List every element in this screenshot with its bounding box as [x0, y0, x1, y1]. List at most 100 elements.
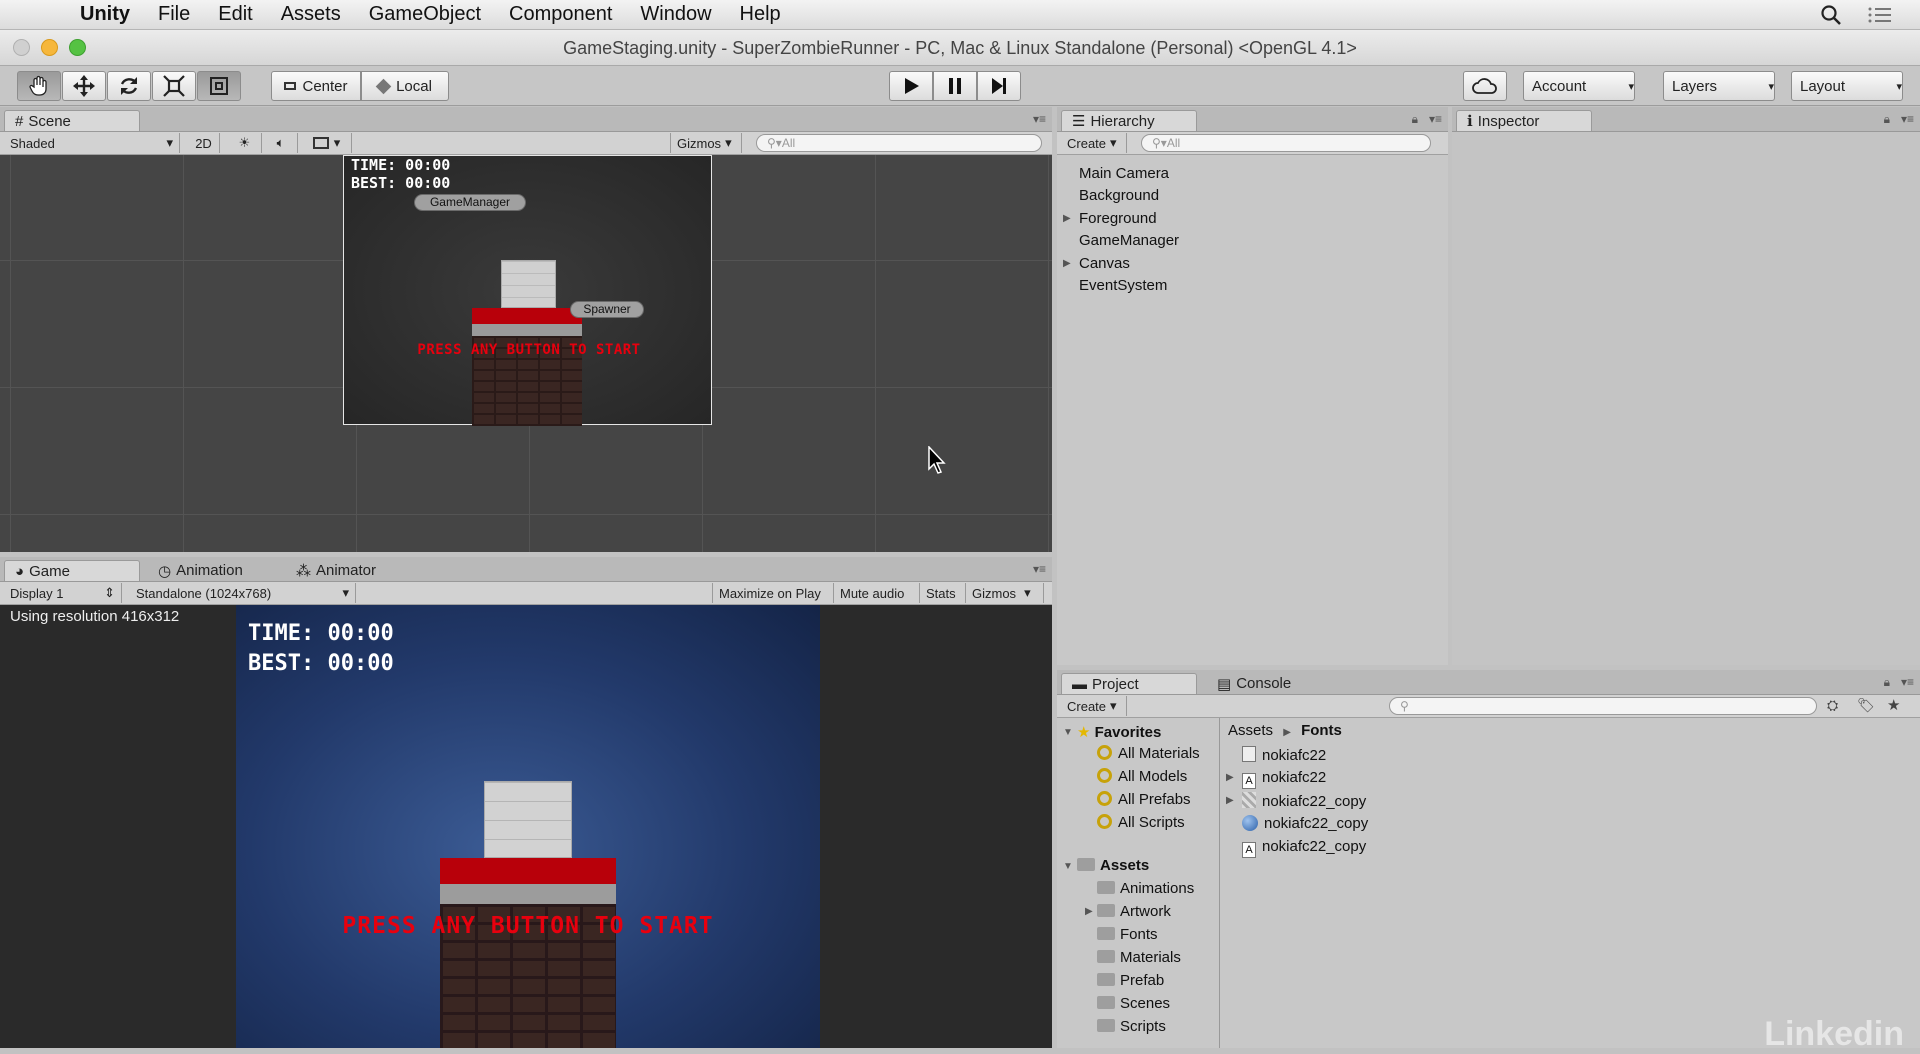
spawner-label[interactable]: Spawner: [570, 301, 644, 318]
folder-fonts[interactable]: Fonts: [1097, 926, 1158, 943]
hand-tool-button[interactable]: [17, 71, 61, 101]
collab-cloud-button[interactable]: [1463, 71, 1507, 101]
project-create-dropdown[interactable]: Create ▾: [1061, 696, 1127, 716]
folder-materials[interactable]: Materials: [1097, 949, 1181, 966]
hierarchy-item-main-camera[interactable]: Main Camera: [1079, 165, 1169, 182]
tab-animation[interactable]: ◷ Animation: [148, 560, 268, 581]
game-viewport[interactable]: TIME: 00:00 BEST: 00:00 PRESS ANY BUTTON…: [236, 605, 820, 1048]
favorite-star-icon[interactable]: ★: [1887, 696, 1900, 714]
watermark-logo: Linkedin: [1764, 1015, 1904, 1053]
mute-audio-toggle[interactable]: Mute audio: [834, 583, 920, 603]
expand-arrow-icon[interactable]: ▶: [1063, 213, 1071, 224]
lock-icon[interactable]: 🔒︎: [1884, 675, 1890, 690]
layout-dropdown[interactable]: Layout: [1791, 71, 1903, 101]
project-search-input[interactable]: ⚲: [1389, 697, 1817, 715]
expand-arrow-icon[interactable]: ▶: [1226, 795, 1234, 806]
game-view[interactable]: Using resolution 416x312 TIME: 00:00 BES…: [0, 605, 1052, 1048]
expand-arrow-icon[interactable]: ▶: [1085, 906, 1093, 917]
expand-arrow-icon[interactable]: ▶: [1063, 258, 1071, 269]
file-item[interactable]: nokiafc22_copy: [1242, 792, 1366, 810]
collapse-arrow-icon[interactable]: ▼: [1063, 727, 1073, 738]
hierarchy-create-dropdown[interactable]: Create ▾: [1061, 133, 1127, 153]
file-item[interactable]: nokiafc22: [1242, 746, 1326, 764]
panel-menu-icon[interactable]: ▾≡: [1033, 562, 1046, 576]
move-tool-button[interactable]: [62, 71, 106, 101]
scale-tool-button[interactable]: [152, 71, 196, 101]
pivot-center-button[interactable]: Center: [271, 71, 361, 101]
favorite-all-materials[interactable]: All Materials: [1097, 745, 1200, 762]
panel-menu-icon[interactable]: ▾≡: [1901, 675, 1914, 689]
menu-window[interactable]: Window: [640, 3, 711, 26]
account-dropdown[interactable]: Account: [1523, 71, 1635, 101]
pause-button[interactable]: [933, 71, 977, 101]
lock-icon[interactable]: 🔒︎: [1884, 112, 1890, 127]
panel-menu-icon[interactable]: ▾≡: [1901, 112, 1914, 126]
folder-prefab[interactable]: Prefab: [1097, 972, 1164, 989]
menu-assets[interactable]: Assets: [281, 3, 341, 26]
tab-animator[interactable]: ⁂ Animator: [286, 560, 406, 581]
breadcrumb-fonts[interactable]: Fonts: [1301, 722, 1342, 739]
scene-effects-dropdown[interactable]: ▾: [302, 133, 352, 153]
menu-file[interactable]: File: [158, 3, 190, 26]
lock-icon[interactable]: 🔒︎: [1412, 112, 1418, 127]
menu-gameobject[interactable]: GameObject: [369, 3, 481, 26]
maximize-on-play-toggle[interactable]: Maximize on Play: [712, 583, 834, 603]
play-button[interactable]: [889, 71, 933, 101]
file-item[interactable]: nokiafc22_copy: [1242, 815, 1368, 832]
stats-toggle[interactable]: Stats: [920, 583, 966, 603]
menu-help[interactable]: Help: [740, 3, 781, 26]
collapse-arrow-icon[interactable]: ▼: [1063, 861, 1073, 872]
hierarchy-item-foreground[interactable]: Foreground: [1079, 210, 1157, 227]
menu-app[interactable]: Unity: [80, 3, 130, 26]
assets-root-folder[interactable]: Assets: [1077, 857, 1149, 874]
hierarchy-item-eventsystem[interactable]: EventSystem: [1079, 277, 1167, 294]
filter-by-label-icon[interactable]: 🏷︎: [1857, 697, 1875, 714]
menu-component[interactable]: Component: [509, 3, 612, 26]
expand-arrow-icon[interactable]: ▶: [1226, 772, 1234, 783]
rotate-tool-button[interactable]: [107, 71, 151, 101]
folder-animations[interactable]: Animations: [1097, 880, 1194, 897]
game-gizmos-dropdown[interactable]: Gizmos ▾: [966, 583, 1044, 603]
favorite-all-models[interactable]: All Models: [1097, 768, 1187, 785]
shading-mode-dropdown[interactable]: Shaded ▾: [4, 133, 180, 153]
pivot-local-button[interactable]: Local: [361, 71, 449, 101]
folder-scenes[interactable]: Scenes: [1097, 995, 1170, 1012]
favorite-all-prefabs[interactable]: All Prefabs: [1097, 791, 1191, 808]
tab-game[interactable]: ◕ Game: [4, 560, 140, 581]
notification-list-icon[interactable]: [1868, 5, 1892, 25]
hierarchy-item-background[interactable]: Background: [1079, 187, 1159, 204]
folder-artwork[interactable]: Artwork: [1097, 903, 1171, 920]
hierarchy-item-gamemanager[interactable]: GameManager: [1079, 232, 1179, 249]
hierarchy-search-input[interactable]: ⚲▾ All: [1141, 134, 1431, 152]
scene-search-input[interactable]: ⚲▾ All: [756, 134, 1042, 152]
filter-by-type-icon[interactable]: ⛭: [1827, 697, 1838, 714]
spotlight-search-icon[interactable]: [1820, 4, 1842, 26]
file-item[interactable]: Anokiafc22_copy: [1242, 838, 1366, 858]
panel-menu-icon[interactable]: ▾≡: [1033, 112, 1046, 126]
favorite-all-scripts[interactable]: All Scripts: [1097, 814, 1185, 831]
layers-dropdown[interactable]: Layers: [1663, 71, 1775, 101]
scene-gizmos-dropdown[interactable]: Gizmos ▾: [670, 133, 742, 153]
display-dropdown[interactable]: Display 1 ⇕: [4, 583, 122, 603]
folder-scripts[interactable]: Scripts: [1097, 1018, 1166, 1035]
favorites-header[interactable]: ★ Favorites: [1077, 723, 1161, 741]
panel-menu-icon[interactable]: ▾≡: [1429, 112, 1442, 126]
tab-hierarchy[interactable]: ☰ Hierarchy: [1061, 110, 1197, 131]
scene-camera-frame[interactable]: TIME: 00:00 BEST: 00:00 GameManager Spaw…: [343, 155, 712, 426]
tab-project[interactable]: ▬ Project: [1061, 673, 1197, 694]
resolution-dropdown[interactable]: Standalone (1024x768) ▾: [130, 583, 356, 603]
gamemanager-label[interactable]: GameManager: [414, 194, 526, 211]
tab-inspector[interactable]: ℹ Inspector: [1456, 110, 1592, 131]
scene-view[interactable]: TIME: 00:00 BEST: 00:00 GameManager Spaw…: [0, 155, 1052, 552]
scene-lighting-toggle[interactable]: ☀: [228, 133, 262, 153]
rect-tool-button[interactable]: [197, 71, 241, 101]
scene-audio-toggle[interactable]: 🔈︎: [264, 133, 298, 153]
file-item[interactable]: Anokiafc22: [1242, 769, 1326, 789]
tab-scene[interactable]: # Scene: [4, 110, 140, 131]
tab-console[interactable]: ▤ Console: [1207, 673, 1327, 694]
step-button[interactable]: [977, 71, 1021, 101]
mode-2d-toggle[interactable]: 2D: [188, 133, 220, 153]
hierarchy-item-canvas[interactable]: Canvas: [1079, 255, 1130, 272]
breadcrumb-assets[interactable]: Assets: [1228, 722, 1273, 739]
menu-edit[interactable]: Edit: [218, 3, 252, 26]
